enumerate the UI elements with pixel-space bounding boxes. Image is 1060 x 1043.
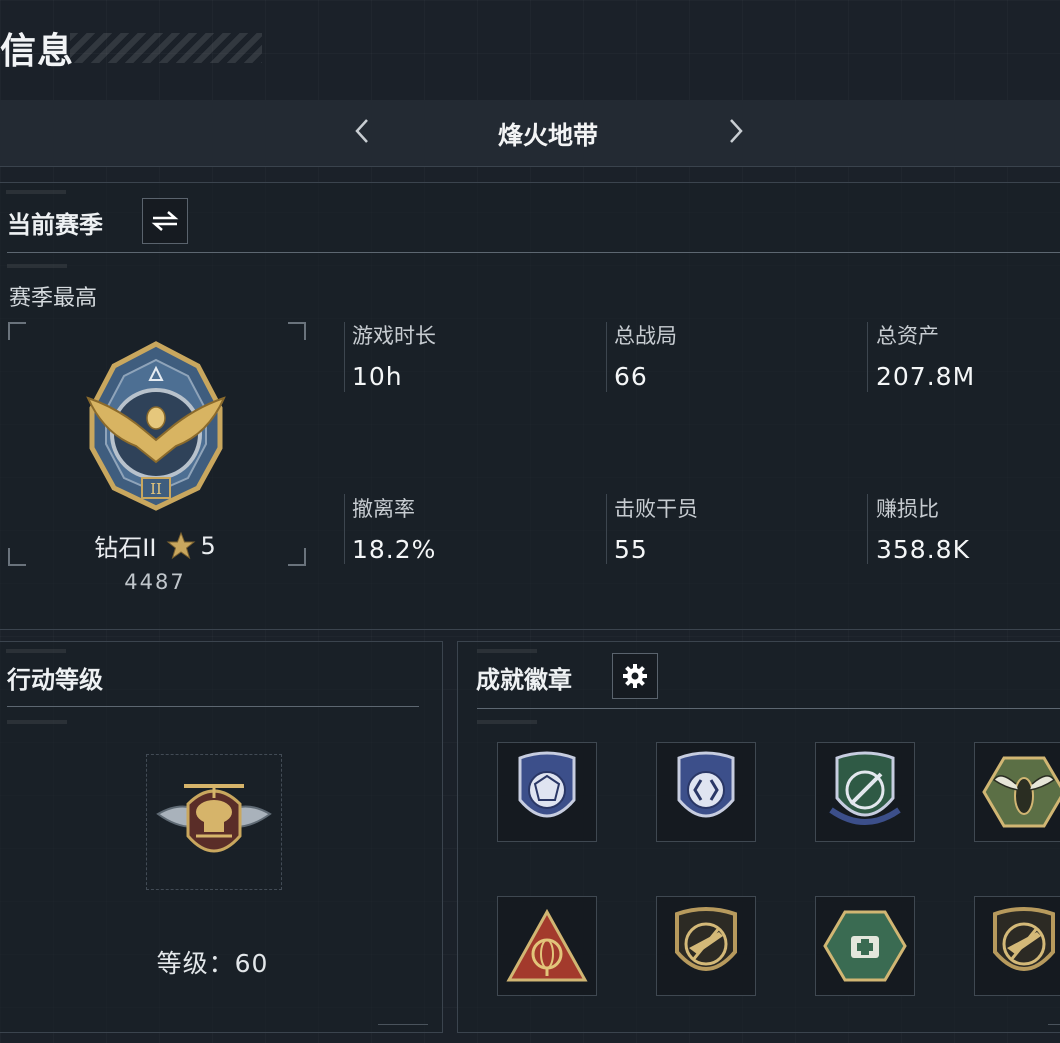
mode-title: 烽火地带 [497,121,598,150]
season-best-label: 赛季最高 [9,286,98,311]
chevron-right-icon[interactable] [726,114,746,156]
badge-slot[interactable] [497,742,597,842]
stat-divider [606,494,607,564]
stat-label-extract-rate: 撤离率 [352,497,415,521]
panel-decoration [477,720,537,724]
stat-value-profit-ratio: 358.8K [876,535,970,564]
header-divider [7,252,1060,253]
page-title: 信息 [0,31,75,72]
panel-decoration [477,649,537,653]
badge-slot[interactable] [815,896,915,996]
badge-slot[interactable] [974,896,1060,996]
frame-corner [288,322,306,340]
mode-selector: 烽火地带 [0,100,1060,167]
swap-icon [151,211,179,231]
stat-divider [344,322,345,392]
title-decoration [70,33,262,63]
panel-decoration [6,190,66,194]
season-header: 当前赛季 [7,211,103,239]
shield-rifle-badge-icon [993,907,1055,971]
panel-decoration [7,264,67,268]
stat-label-kills: 击败干员 [614,497,698,521]
frame-corner [8,322,26,340]
achievement-header: 成就徽章 [476,666,572,694]
header-divider [7,706,419,707]
badge-slot[interactable] [656,896,756,996]
stat-value-assets: 207.8M [876,362,976,391]
rank-score: 4487 [124,570,186,594]
panel-corner-mark [378,1012,428,1025]
blue-shield-gem-badge-icon [518,751,576,818]
hexagon-wasp-badge-icon [982,756,1060,828]
badge-slot[interactable] [497,896,597,996]
stat-divider [606,322,607,392]
star-icon [167,531,196,559]
badge-slot[interactable] [974,742,1060,842]
red-triangle-gyro-badge-icon [506,908,588,982]
achievement-settings-button[interactable] [612,653,658,699]
rank-name: 钻石II [94,534,157,562]
stat-divider [867,494,868,564]
stat-label-playtime: 游戏时长 [352,324,436,348]
rank-stars: 5 [200,531,216,560]
action-level-header: 行动等级 [7,666,103,694]
stat-divider [867,322,868,392]
green-shield-knife-badge-icon [829,751,901,825]
panel-decoration [6,649,66,653]
helicopter-emblem-icon [156,784,272,853]
stat-divider [344,494,345,564]
stat-value-playtime: 10h [352,362,403,391]
stat-value-matches: 66 [614,362,648,391]
stat-value-extract-rate: 18.2% [352,535,437,564]
stat-label-assets: 总资产 [876,324,939,348]
shield-rifle-badge-icon [675,907,737,971]
panel-decoration [7,720,67,724]
stat-value-kills: 55 [614,535,648,564]
eagle-medal-icon: II [68,338,244,514]
gear-icon [623,664,647,688]
rank-row: 钻石II 5 [0,528,310,563]
stat-label-profit-ratio: 赚损比 [876,497,939,521]
level-value: 60 [234,949,269,978]
level-display: 等级：60 [0,944,425,980]
blue-shield-arrow-badge-icon [677,751,735,818]
season-switch-button[interactable] [142,198,188,244]
level-emblem-frame [146,754,282,890]
svg-text:II: II [150,480,162,498]
badge-slot[interactable] [656,742,756,842]
panel-corner-mark [1048,1012,1060,1025]
stat-label-matches: 总战局 [614,324,677,348]
level-label: 等级： [156,949,235,978]
header-divider [477,708,1060,709]
badge-slot[interactable] [815,742,915,842]
green-hexagon-medkit-badge-icon [823,910,907,982]
